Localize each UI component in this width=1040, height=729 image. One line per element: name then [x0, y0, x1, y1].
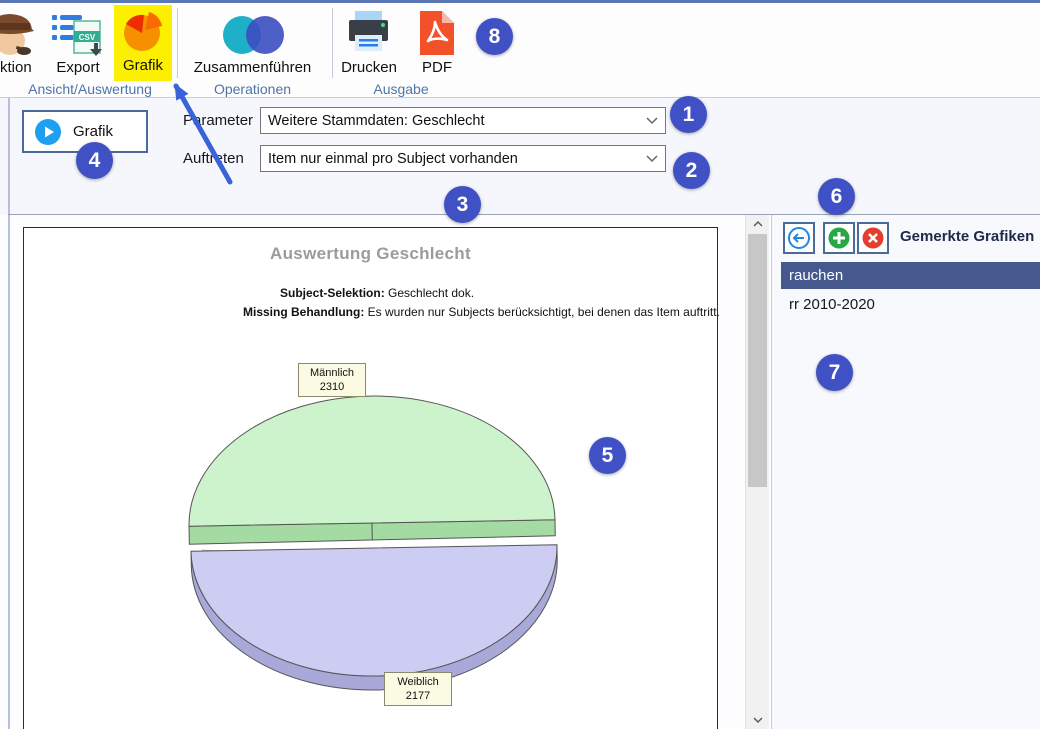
ribbon-item-drucken[interactable]: Drucken — [337, 59, 401, 76]
gemerkte-grafiken-header: Gemerkte Grafiken — [900, 228, 1034, 245]
saved-grafik-item-rauchen[interactable]: rauchen — [781, 262, 1040, 289]
close-icon — [861, 226, 885, 250]
ribbon-group-ansicht-auswertung: Ansicht/Auswertung — [0, 81, 180, 97]
play-icon — [35, 119, 61, 145]
ribbon-item-grafik[interactable]: Grafik — [114, 5, 172, 81]
annotation-badge-7: 7 — [816, 354, 853, 391]
pdf-icon — [418, 9, 456, 57]
pie-chart-icon — [121, 9, 165, 53]
scroll-down-button[interactable] — [746, 711, 770, 729]
ribbon-item-pdf[interactable]: PDF — [408, 59, 466, 76]
parameter-field-label: Parameter — [183, 112, 253, 129]
ribbon: ktion CSV Export Grafik Z — [0, 0, 1040, 98]
pie-slice-weiblich[interactable] — [191, 545, 559, 693]
run-grafik-button-label: Grafik — [73, 123, 113, 140]
annotation-badge-4: 4 — [76, 142, 113, 179]
ribbon-group-ausgabe: Ausgabe — [365, 81, 437, 97]
plus-icon — [827, 226, 851, 250]
scrollbar-thumb[interactable] — [748, 234, 767, 487]
annotation-badge-2: 2 — [673, 152, 710, 189]
back-arrow-icon — [787, 226, 811, 250]
auftreten-field-label: Auftreten — [183, 150, 244, 167]
add-grafik-button[interactable] — [823, 222, 855, 254]
gemerkte-grafiken-panel: Gemerkte Grafiken rauchen rr 2010-2020 — [771, 215, 1040, 729]
pie-chart — [24, 228, 719, 729]
detective-icon — [0, 7, 46, 59]
ribbon-separator — [332, 8, 333, 78]
merge-circles-icon — [218, 13, 288, 57]
annotation-badge-1: 1 — [670, 96, 707, 133]
csv-badge-text: CSV — [79, 33, 96, 42]
printer-icon — [345, 9, 393, 57]
annotation-badge-3: 3 — [444, 186, 481, 223]
annotation-badge-5: 5 — [589, 437, 626, 474]
panel-left-border — [8, 98, 10, 729]
chevron-down-icon — [646, 117, 658, 125]
auftreten-dropdown-value: Item nur einmal pro Subject vorhanden — [268, 151, 518, 167]
scroll-up-button[interactable] — [746, 215, 770, 233]
ribbon-item-grafik-label: Grafik — [114, 57, 172, 74]
parameter-dropdown-value: Weitere Stammdaten: Geschlecht — [268, 113, 485, 129]
parameter-dropdown[interactable]: Weitere Stammdaten: Geschlecht — [260, 107, 666, 134]
chevron-down-icon — [646, 155, 658, 163]
vertical-scrollbar[interactable] — [745, 215, 769, 729]
auftreten-dropdown[interactable]: Item nur einmal pro Subject vorhanden — [260, 145, 666, 172]
ribbon-item-zusammenfuehren[interactable]: Zusammenführen — [185, 59, 320, 76]
annotation-badge-6: 6 — [818, 178, 855, 215]
ribbon-item-selektion[interactable]: ktion — [0, 59, 44, 76]
back-button[interactable] — [783, 222, 815, 254]
chart-canvas: Auswertung Geschlecht Subject-Selektion:… — [23, 227, 718, 729]
ribbon-item-export[interactable]: Export — [46, 59, 110, 76]
ribbon-group-operationen: Operationen — [195, 81, 310, 97]
annotation-badge-8: 8 — [476, 18, 513, 55]
ribbon-separator — [177, 8, 178, 78]
pie-label-weiblich: Weiblich 2177 — [384, 672, 452, 706]
pie-label-maennlich: Männlich 2310 — [298, 363, 366, 397]
export-csv-icon: CSV — [50, 9, 106, 59]
delete-grafik-button[interactable] — [857, 222, 889, 254]
saved-grafik-item-rr-2010-2020[interactable]: rr 2010-2020 — [789, 296, 875, 313]
pie-slice-maennlich[interactable] — [187, 393, 555, 544]
